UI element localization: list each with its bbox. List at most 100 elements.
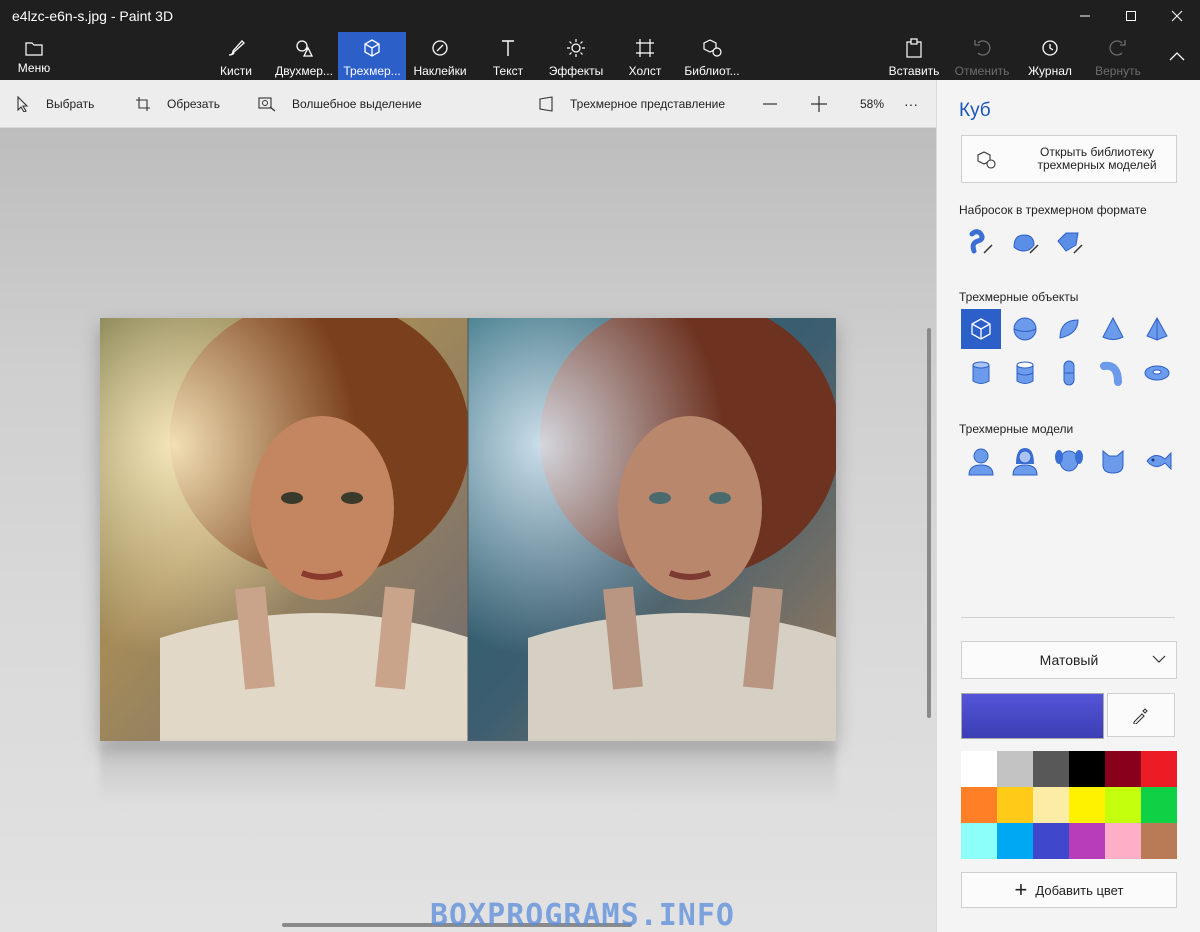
dog-model-button[interactable] [1049, 441, 1089, 481]
3d-models-section-title: Трехмерные модели [959, 422, 1074, 436]
tab-3d-shapes[interactable]: Трехмер... [338, 32, 406, 80]
color-swatch[interactable] [1105, 823, 1141, 859]
watermark-text: BOXPROGRAMS.INFO [430, 898, 735, 932]
minimize-button[interactable] [1062, 0, 1108, 32]
color-swatch[interactable] [961, 823, 997, 859]
color-swatch[interactable] [997, 787, 1033, 823]
eyedropper-button[interactable] [1107, 693, 1175, 737]
add-color-button[interactable]: + Добавить цвет [961, 872, 1177, 908]
library-icon [702, 37, 722, 59]
hemisphere-shape-button[interactable] [1049, 309, 1089, 349]
color-swatch[interactable] [961, 751, 997, 787]
collapse-ribbon-button[interactable] [1160, 32, 1194, 80]
cube-icon [362, 37, 382, 59]
cube-shape-button[interactable] [961, 309, 1001, 349]
current-color-swatch[interactable] [961, 693, 1104, 739]
tube-icon [1016, 361, 1034, 384]
tab-library[interactable]: Библиот... [680, 32, 744, 80]
tab-label: Библиот... [684, 64, 740, 78]
color-swatch[interactable] [997, 823, 1033, 859]
canvas-workspace[interactable] [0, 128, 936, 932]
vertical-scrollbar[interactable] [927, 328, 931, 718]
tab-label: Эффекты [548, 64, 604, 78]
tab-stickers[interactable]: Наклейки [410, 32, 470, 80]
curved-tube-shape-button[interactable] [1093, 353, 1133, 393]
tab-2d-shapes[interactable]: Двухмер... [270, 32, 338, 80]
sketch-sharp-edge-button[interactable] [1049, 222, 1089, 262]
color-swatch[interactable] [961, 787, 997, 823]
zoom-out-button[interactable] [762, 80, 794, 128]
open-3d-library-button[interactable]: Открыть библиотеку трехмерных моделей [961, 135, 1177, 183]
capsule-icon [1063, 360, 1075, 386]
3d-view-button[interactable]: Трехмерное представление [538, 80, 725, 128]
maximize-button[interactable] [1108, 0, 1154, 32]
sketch-soft-edge-button[interactable] [1005, 222, 1045, 262]
zoom-in-button[interactable] [810, 80, 844, 128]
color-swatch[interactable] [1033, 823, 1069, 859]
color-swatch[interactable] [1105, 751, 1141, 787]
sketch-section-title: Набросок в трехмерном формате [959, 203, 1147, 217]
color-swatch[interactable] [1069, 787, 1105, 823]
pyramid-shape-button[interactable] [1137, 309, 1177, 349]
history-button[interactable]: Журнал [1022, 32, 1078, 80]
window-title: e4lzc-e6n-s.jpg - Paint 3D [12, 8, 174, 24]
menu-button[interactable]: Меню [10, 32, 58, 80]
color-swatch[interactable] [1069, 823, 1105, 859]
woman-icon [1012, 448, 1038, 476]
open-3d-library-label: Открыть библиотеку трехмерных моделей [1037, 145, 1157, 172]
add-color-label: Добавить цвет [1035, 882, 1124, 898]
zoom-level[interactable]: 58% [860, 80, 884, 128]
sphere-shape-button[interactable] [1005, 309, 1045, 349]
close-button[interactable] [1154, 0, 1200, 32]
magic-select-label: Волшебное выделение [292, 97, 422, 111]
tube-shape-button[interactable] [1005, 353, 1045, 393]
photo-before-after [100, 298, 840, 741]
color-swatch[interactable] [1105, 787, 1141, 823]
select-button[interactable]: Выбрать [16, 80, 94, 128]
undo-button[interactable]: Отменить [952, 32, 1012, 80]
library-icon [976, 150, 996, 173]
cat-model-button[interactable] [1093, 441, 1133, 481]
woman-model-button[interactable] [1005, 441, 1045, 481]
undo-label: Отменить [954, 64, 1010, 78]
sphere-icon [1013, 317, 1037, 341]
canvas-image[interactable] [100, 298, 840, 741]
tab-brushes[interactable]: Кисти [210, 32, 262, 80]
donut-shape-button[interactable] [1137, 353, 1177, 393]
sticker-icon [430, 37, 450, 59]
material-dropdown[interactable]: Матовый [961, 641, 1177, 679]
minus-icon [763, 103, 777, 105]
crop-button[interactable]: Обрезать [135, 80, 220, 128]
color-swatch[interactable] [1033, 751, 1069, 787]
color-swatch[interactable] [1141, 787, 1177, 823]
tab-label: Двухмер... [275, 64, 333, 78]
paste-button[interactable]: Вставить [886, 32, 942, 80]
color-swatch[interactable] [1069, 751, 1105, 787]
sketch-sharp-edge-icon [1057, 232, 1083, 254]
clipboard-icon [905, 37, 923, 59]
color-swatch[interactable] [1033, 787, 1069, 823]
tab-canvas[interactable]: Холст [620, 32, 670, 80]
text-icon [498, 37, 518, 59]
donut-icon [1144, 365, 1170, 381]
tab-effects[interactable]: Эффекты [546, 32, 606, 80]
cat-icon [1102, 449, 1124, 474]
man-model-button[interactable] [961, 441, 1001, 481]
curved-tube-icon [1100, 361, 1122, 386]
cylinder-icon [972, 361, 990, 384]
capsule-shape-button[interactable] [1049, 353, 1089, 393]
magic-select-button[interactable]: Волшебное выделение [258, 80, 422, 128]
tab-text[interactable]: Текст [484, 32, 532, 80]
cylinder-shape-button[interactable] [961, 353, 1001, 393]
title-bar: e4lzc-e6n-s.jpg - Paint 3D [0, 0, 1200, 32]
color-swatch[interactable] [1141, 823, 1177, 859]
sketch-tube-button[interactable] [961, 222, 1001, 262]
more-options-button[interactable]: ··· [904, 80, 918, 128]
fish-model-button[interactable] [1137, 441, 1177, 481]
cone-shape-button[interactable] [1093, 309, 1133, 349]
color-swatch[interactable] [1141, 751, 1177, 787]
redo-button[interactable]: Вернуть [1088, 32, 1148, 80]
folder-icon [25, 37, 43, 59]
color-palette [961, 751, 1177, 859]
color-swatch[interactable] [997, 751, 1033, 787]
